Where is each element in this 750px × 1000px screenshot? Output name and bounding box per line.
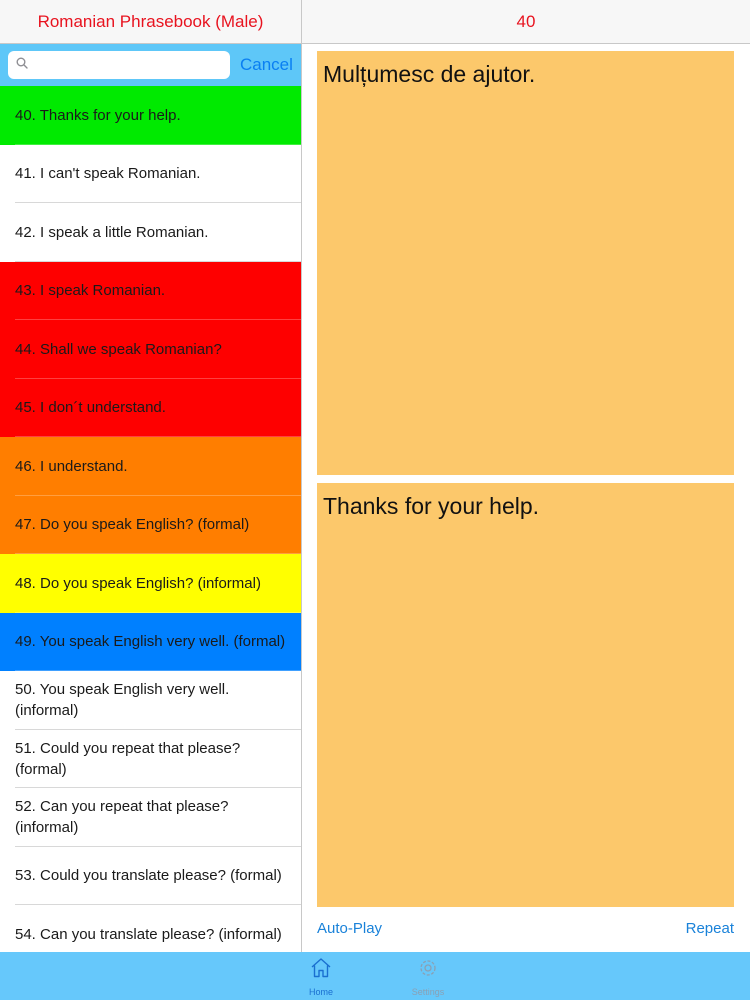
split-divider — [301, 0, 302, 952]
phrase-label: 41. I can't speak Romanian. — [15, 165, 201, 183]
phrase-label: 42. I speak a little Romanian. — [15, 223, 209, 241]
english-text: Thanks for your help. — [323, 493, 540, 519]
phrase-row[interactable]: 50. You speak English very well. (inform… — [0, 671, 301, 730]
master-nav-bar: Romanian Phrasebook (Male) — [0, 0, 301, 44]
phrase-label: 52. Can you repeat that please? (informa… — [15, 798, 229, 837]
detail-nav-bar: 40 — [302, 0, 750, 44]
phrase-row[interactable]: 46. I understand. — [0, 437, 301, 496]
tab-settings[interactable]: Settings — [398, 956, 458, 997]
phrase-label: 50. You speak English very well. (inform… — [15, 681, 230, 720]
phrase-label: 54. Can you translate please? (informal) — [15, 925, 282, 943]
phrase-row[interactable]: 52. Can you repeat that please? (informa… — [0, 788, 301, 847]
repeat-button[interactable]: Repeat — [686, 920, 734, 937]
phrase-row[interactable]: 53. Could you translate please? (formal) — [0, 846, 301, 905]
phrase-row[interactable]: 44. Shall we speak Romanian? — [0, 320, 301, 379]
phrase-row[interactable]: 47. Do you speak English? (formal) — [0, 495, 301, 554]
phrase-label: 44. Shall we speak Romanian? — [15, 340, 222, 358]
gear-icon — [416, 956, 440, 985]
source-panel[interactable]: Thanks for your help. — [317, 483, 734, 907]
phrase-row[interactable]: 43. I speak Romanian. — [0, 261, 301, 320]
phrase-row[interactable]: 40. Thanks for your help. — [0, 86, 301, 145]
phrase-label: 48. Do you speak English? (informal) — [15, 574, 261, 592]
phrase-label: 53. Could you translate please? (formal) — [15, 867, 282, 885]
phrase-row[interactable]: 42. I speak a little Romanian. — [0, 203, 301, 262]
phrase-label: 47. Do you speak English? (formal) — [15, 516, 250, 534]
cancel-button[interactable]: Cancel — [240, 55, 293, 75]
search-input[interactable] — [34, 53, 233, 77]
phrase-number-title: 40 — [516, 11, 536, 31]
phrase-label: 46. I understand. — [15, 457, 128, 475]
phrase-row[interactable]: 49. You speak English very well. (formal… — [0, 612, 301, 671]
phrase-label: 51. Could you repeat that please? (forma… — [15, 739, 241, 778]
phrase-list: 40. Thanks for your help. 41. I can't spe… — [0, 86, 301, 952]
auto-play-button[interactable]: Auto-Play — [317, 920, 382, 937]
phrase-row[interactable]: 45. I don´t understand. — [0, 378, 301, 437]
phrase-label: 49. You speak English very well. (formal… — [15, 633, 286, 651]
phrase-row[interactable]: 51. Could you repeat that please? (forma… — [0, 729, 301, 788]
app-title: Romanian Phrasebook (Male) — [37, 11, 264, 31]
phrase-row[interactable]: 48. Do you speak English? (informal) — [0, 554, 301, 613]
phrase-label: 40. Thanks for your help. — [15, 106, 181, 124]
phrase-row[interactable]: 41. I can't speak Romanian. — [0, 144, 301, 203]
phrase-label: 43. I speak Romanian. — [15, 282, 166, 300]
translation-panel[interactable]: Mulțumesc de ajutor. — [317, 51, 734, 475]
phrase-row[interactable]: 54. Can you translate please? (informal) — [0, 905, 301, 952]
tab-home[interactable]: Home — [291, 956, 351, 997]
home-icon — [309, 956, 333, 985]
search-field[interactable] — [8, 51, 233, 79]
search-bar: Cancel — [0, 44, 301, 86]
tab-settings-label: Settings — [411, 987, 445, 997]
tab-home-label: Home — [308, 987, 333, 997]
romanian-text: Mulțumesc de ajutor. — [323, 61, 536, 87]
tab-bar: Home Settings — [0, 952, 750, 1000]
phrase-label: 45. I don´t understand. — [15, 399, 166, 417]
search-icon — [16, 56, 28, 74]
